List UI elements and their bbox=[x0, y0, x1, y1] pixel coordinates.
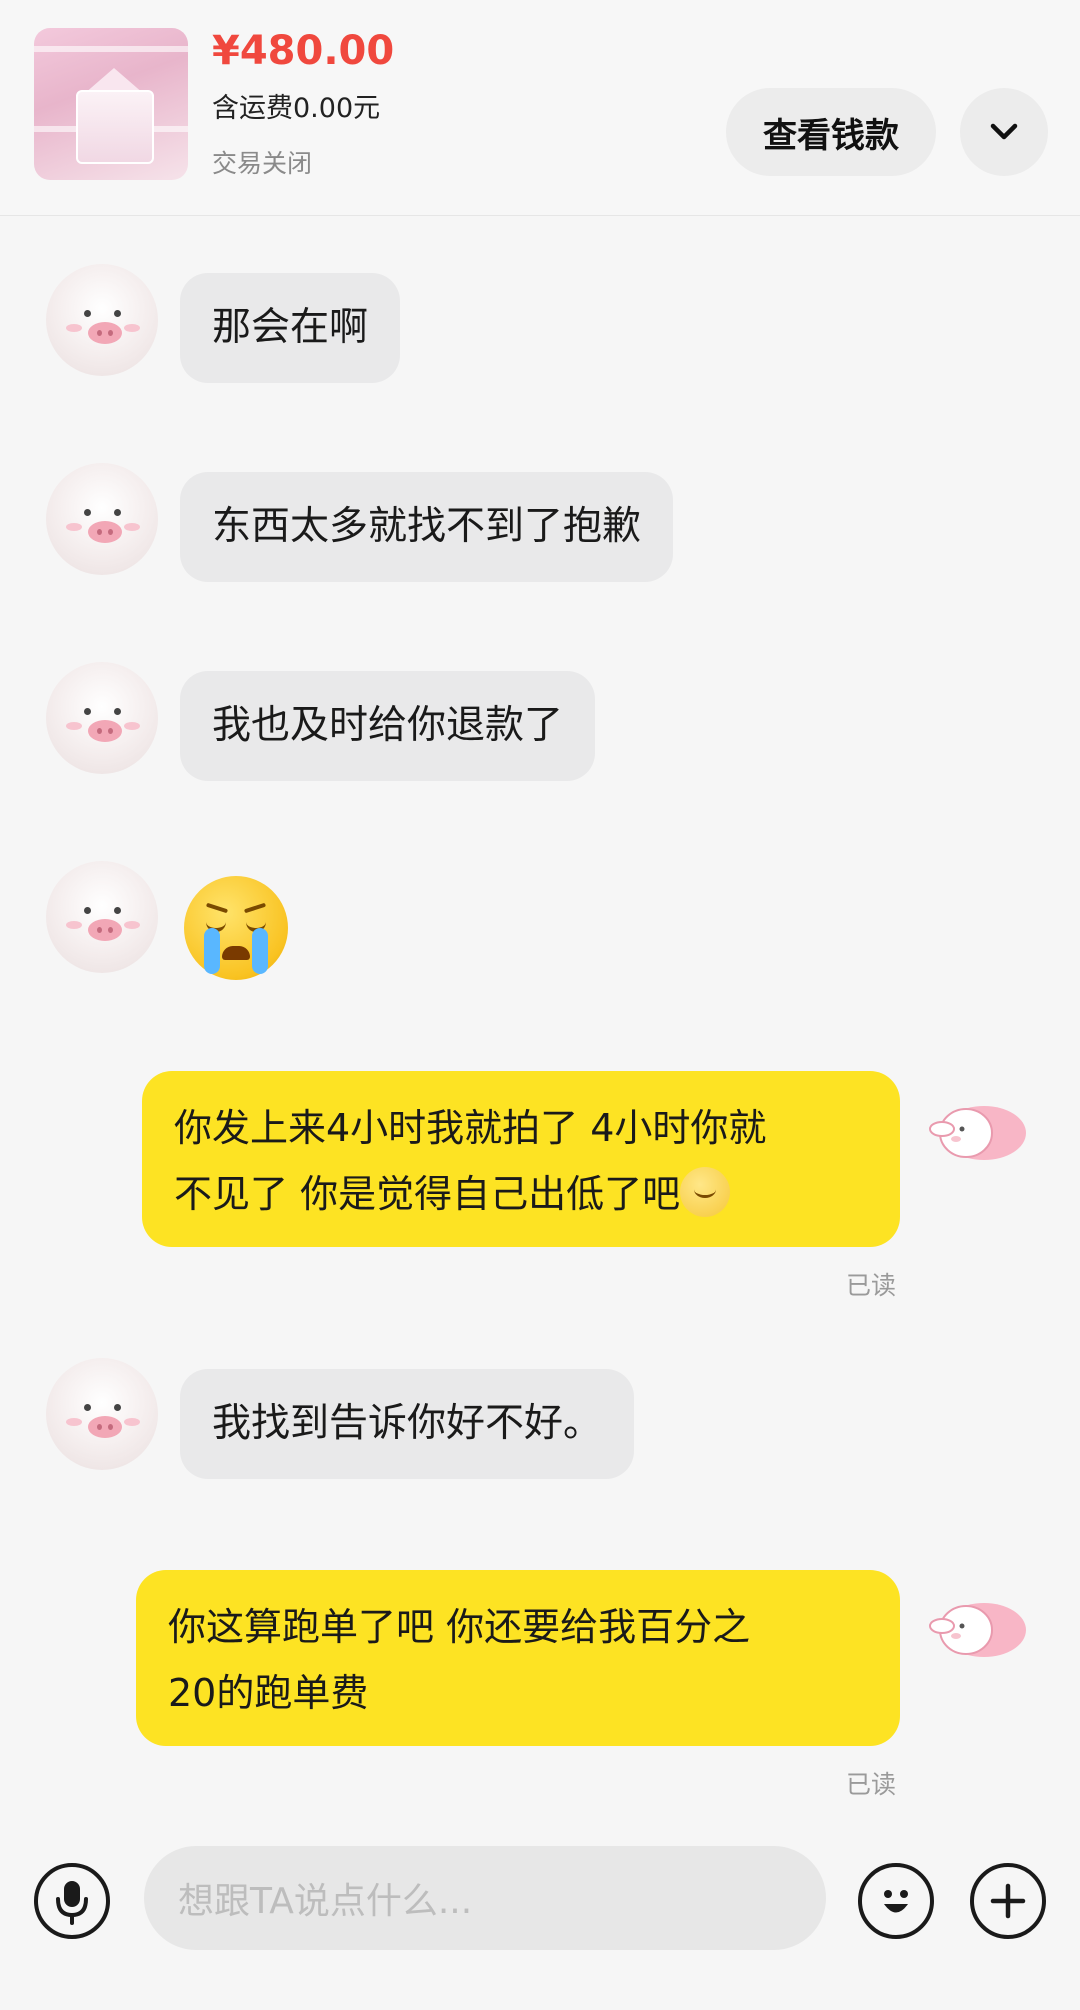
message-bubble-incoming[interactable]: 我也及时给你退款了 bbox=[180, 671, 596, 781]
message-bubble-incoming[interactable]: 我找到告诉你好不好。 bbox=[180, 1369, 635, 1479]
avatar-detail bbox=[88, 521, 122, 543]
message-line: 你发上来4小时我就拍了 4小时你就 bbox=[174, 1106, 767, 1150]
emoji-detail bbox=[252, 928, 268, 974]
input-placeholder: 想跟TA说点什么... bbox=[178, 1881, 473, 1922]
avatar-detail bbox=[114, 708, 121, 715]
message-line-text: 不见了 你是觉得自己出低了吧 bbox=[174, 1172, 681, 1216]
view-payment-button[interactable]: 查看钱款 bbox=[726, 88, 936, 176]
avatar-detail bbox=[124, 722, 140, 730]
avatar-detail bbox=[114, 907, 121, 914]
emoji-detail bbox=[205, 902, 229, 914]
avatar-detail bbox=[114, 310, 121, 317]
avatar-detail bbox=[124, 921, 140, 929]
contact-avatar[interactable] bbox=[46, 861, 158, 973]
order-price: ¥480.00 bbox=[212, 28, 395, 74]
avatar-detail bbox=[66, 1418, 82, 1426]
emoji-picker-button[interactable] bbox=[858, 1863, 934, 1939]
avatar-detail bbox=[84, 708, 91, 715]
avatar-detail bbox=[114, 509, 121, 516]
message-bubble-outgoing[interactable]: 你发上来4小时我就拍了 4小时你就 不见了 你是觉得自己出低了吧 bbox=[142, 1071, 900, 1247]
avatar-detail bbox=[84, 907, 91, 914]
avatar-detail bbox=[88, 919, 122, 941]
read-receipt: 已读 bbox=[846, 1271, 897, 1300]
message-line: 20的跑单费 bbox=[168, 1671, 369, 1715]
emoji-detail bbox=[204, 928, 220, 974]
emoji-detail bbox=[243, 902, 267, 914]
contact-avatar[interactable] bbox=[46, 463, 158, 575]
voice-input-button[interactable] bbox=[34, 1863, 110, 1939]
avatar-detail bbox=[124, 324, 140, 332]
avatar-detail bbox=[84, 1404, 91, 1411]
expand-button[interactable] bbox=[960, 88, 1048, 176]
avatar-detail bbox=[124, 523, 140, 531]
avatar-detail bbox=[124, 1418, 140, 1426]
contact-avatar[interactable] bbox=[46, 662, 158, 774]
thinking-face-icon bbox=[680, 1167, 731, 1217]
message-line: 你这算跑单了吧 你还要给我百分之 bbox=[168, 1605, 751, 1649]
avatar-detail bbox=[88, 1416, 122, 1438]
message-input[interactable]: 想跟TA说点什么... bbox=[144, 1846, 826, 1950]
avatar-detail bbox=[88, 322, 122, 344]
avatar-detail bbox=[88, 720, 122, 742]
message-bubble-incoming[interactable]: 那会在啊 bbox=[180, 273, 401, 383]
bunny-sticker-icon bbox=[929, 1603, 1026, 1657]
avatar-detail bbox=[66, 523, 82, 531]
message-bubble-outgoing[interactable]: 你这算跑单了吧 你还要给我百分之 20的跑单费 bbox=[136, 1570, 900, 1746]
chevron-down-icon bbox=[990, 123, 1018, 140]
trade-status: 交易关闭 bbox=[212, 149, 313, 178]
emoji-detail bbox=[222, 946, 250, 960]
avatar-detail bbox=[66, 722, 82, 730]
more-actions-button[interactable] bbox=[970, 1863, 1046, 1939]
thumbnail-detail bbox=[34, 46, 188, 52]
message-line: 不见了 你是觉得自己出低了吧 bbox=[174, 1161, 868, 1227]
contact-avatar[interactable] bbox=[46, 264, 158, 376]
avatar-detail bbox=[114, 1404, 121, 1411]
order-card[interactable]: ¥480.00 含运费0.00元 交易关闭 查看钱款 bbox=[0, 0, 1080, 216]
avatar-detail bbox=[84, 310, 91, 317]
microphone-icon bbox=[56, 1881, 88, 1925]
read-receipt: 已读 bbox=[846, 1770, 897, 1799]
contact-avatar[interactable] bbox=[46, 1358, 158, 1470]
bunny-sticker-icon bbox=[929, 1106, 1026, 1160]
thumbnail-detail bbox=[76, 90, 154, 164]
message-bubble-incoming[interactable]: 东西太多就找不到了抱歉 bbox=[180, 472, 674, 582]
product-thumbnail[interactable] bbox=[34, 28, 188, 180]
crying-face-emoji-icon[interactable] bbox=[184, 876, 288, 980]
avatar-detail bbox=[66, 921, 82, 929]
shipping-fee: 含运费0.00元 bbox=[212, 93, 381, 124]
avatar-detail bbox=[84, 509, 91, 516]
plus-icon bbox=[990, 1883, 1026, 1919]
smiley-icon bbox=[884, 1890, 908, 1913]
avatar-detail bbox=[66, 324, 82, 332]
